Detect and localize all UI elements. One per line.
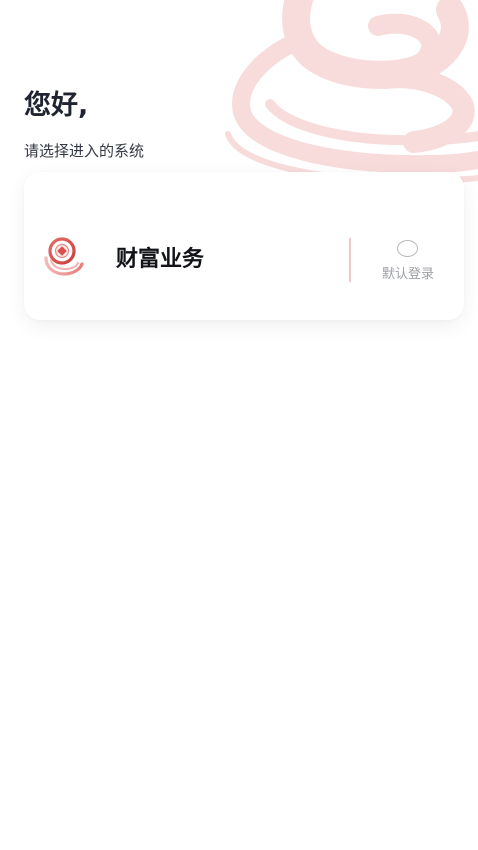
card-divider bbox=[349, 238, 351, 282]
wealth-coin-icon bbox=[44, 237, 84, 276]
default-login-radio[interactable] bbox=[397, 240, 418, 257]
default-login-label: 默认登录 bbox=[382, 267, 435, 282]
system-name: 财富业务 bbox=[116, 247, 205, 272]
default-login-toggle[interactable]: 默认登录 bbox=[370, 238, 450, 288]
select-system-subtitle: 请选择进入的系统 bbox=[24, 142, 145, 160]
system-card-wealth[interactable]: 财富业务 默认登录 bbox=[24, 172, 464, 320]
greeting-title: 您好, bbox=[24, 90, 89, 121]
